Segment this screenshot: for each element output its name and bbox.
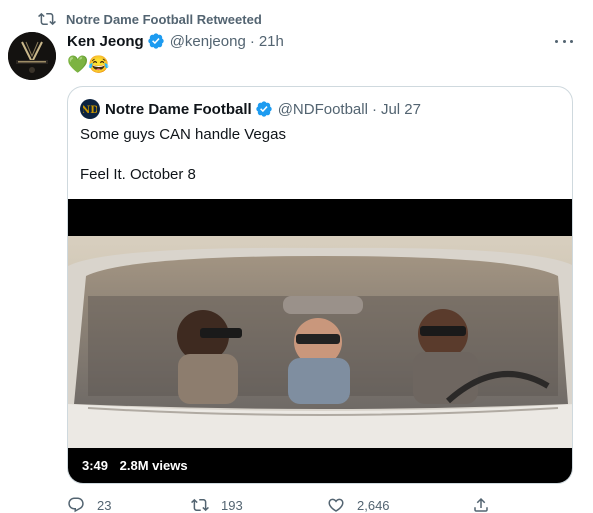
quoted-handle: @NDFootball — [277, 100, 368, 118]
retweet-icon — [38, 12, 56, 26]
like-button[interactable]: 2,646 — [327, 496, 390, 513]
svg-text:ND: ND — [83, 105, 97, 116]
separator: · — [249, 32, 255, 50]
quoted-tweet[interactable]: ND Notre Dame Football @NDFootball · Jul… — [67, 86, 573, 484]
more-dot — [555, 39, 558, 43]
more-dot — [562, 39, 566, 43]
reply-button[interactable]: 23 — [67, 496, 111, 513]
share-button[interactable] — [472, 496, 490, 513]
quoted-timestamp: Jul 27 — [380, 100, 421, 118]
display-name[interactable]: Ken Jeong — [67, 33, 144, 50]
quoted-tweet-text: Some guys CAN handle Vegas Feel It. Octo… — [80, 125, 286, 185]
quoted-display-name: Notre Dame Football — [105, 100, 252, 118]
video-meta: 3:49 2.8M views — [82, 458, 188, 473]
quoted-tweet-header: ND Notre Dame Football @NDFootball · Jul… — [80, 99, 421, 119]
verified-badge-icon — [148, 33, 164, 49]
video-thumbnail — [68, 236, 572, 448]
share-icon — [474, 497, 488, 512]
nd-logo-icon: ND — [83, 105, 97, 116]
video-views: 2.8M views — [119, 458, 188, 473]
avatar[interactable] — [8, 32, 56, 80]
video-duration: 3:49 — [82, 458, 109, 473]
quoted-text-line: Some guys CAN handle Vegas — [80, 126, 286, 143]
handle[interactable]: @kenjeong — [170, 33, 246, 50]
reply-icon — [68, 497, 84, 513]
verified-badge-icon — [256, 101, 272, 117]
video-player[interactable]: 3:49 2.8M views — [68, 199, 572, 483]
retweet-label[interactable]: Notre Dame Football Retweeted — [66, 12, 262, 27]
reply-count: 23 — [97, 497, 112, 513]
tweet-header: Ken Jeong @kenjeong · 21h — [67, 32, 284, 50]
separator: · — [371, 100, 377, 118]
retweet-icon — [191, 498, 209, 512]
avatar-image — [8, 32, 56, 80]
more-dot — [570, 39, 573, 43]
quoted-text-line: Feel It. October 8 — [80, 166, 196, 183]
like-count: 2,646 — [357, 497, 390, 513]
heart-icon — [328, 498, 344, 512]
timestamp[interactable]: 21h — [259, 33, 284, 50]
tweet-actions: 23 193 2,646 — [67, 496, 507, 513]
more-options-button[interactable] — [553, 32, 575, 50]
tweet-text: 💚😂 — [67, 55, 110, 74]
retweet-button[interactable]: 193 — [191, 496, 243, 513]
quoted-avatar: ND — [80, 99, 100, 119]
retweet-count: 193 — [221, 497, 243, 513]
